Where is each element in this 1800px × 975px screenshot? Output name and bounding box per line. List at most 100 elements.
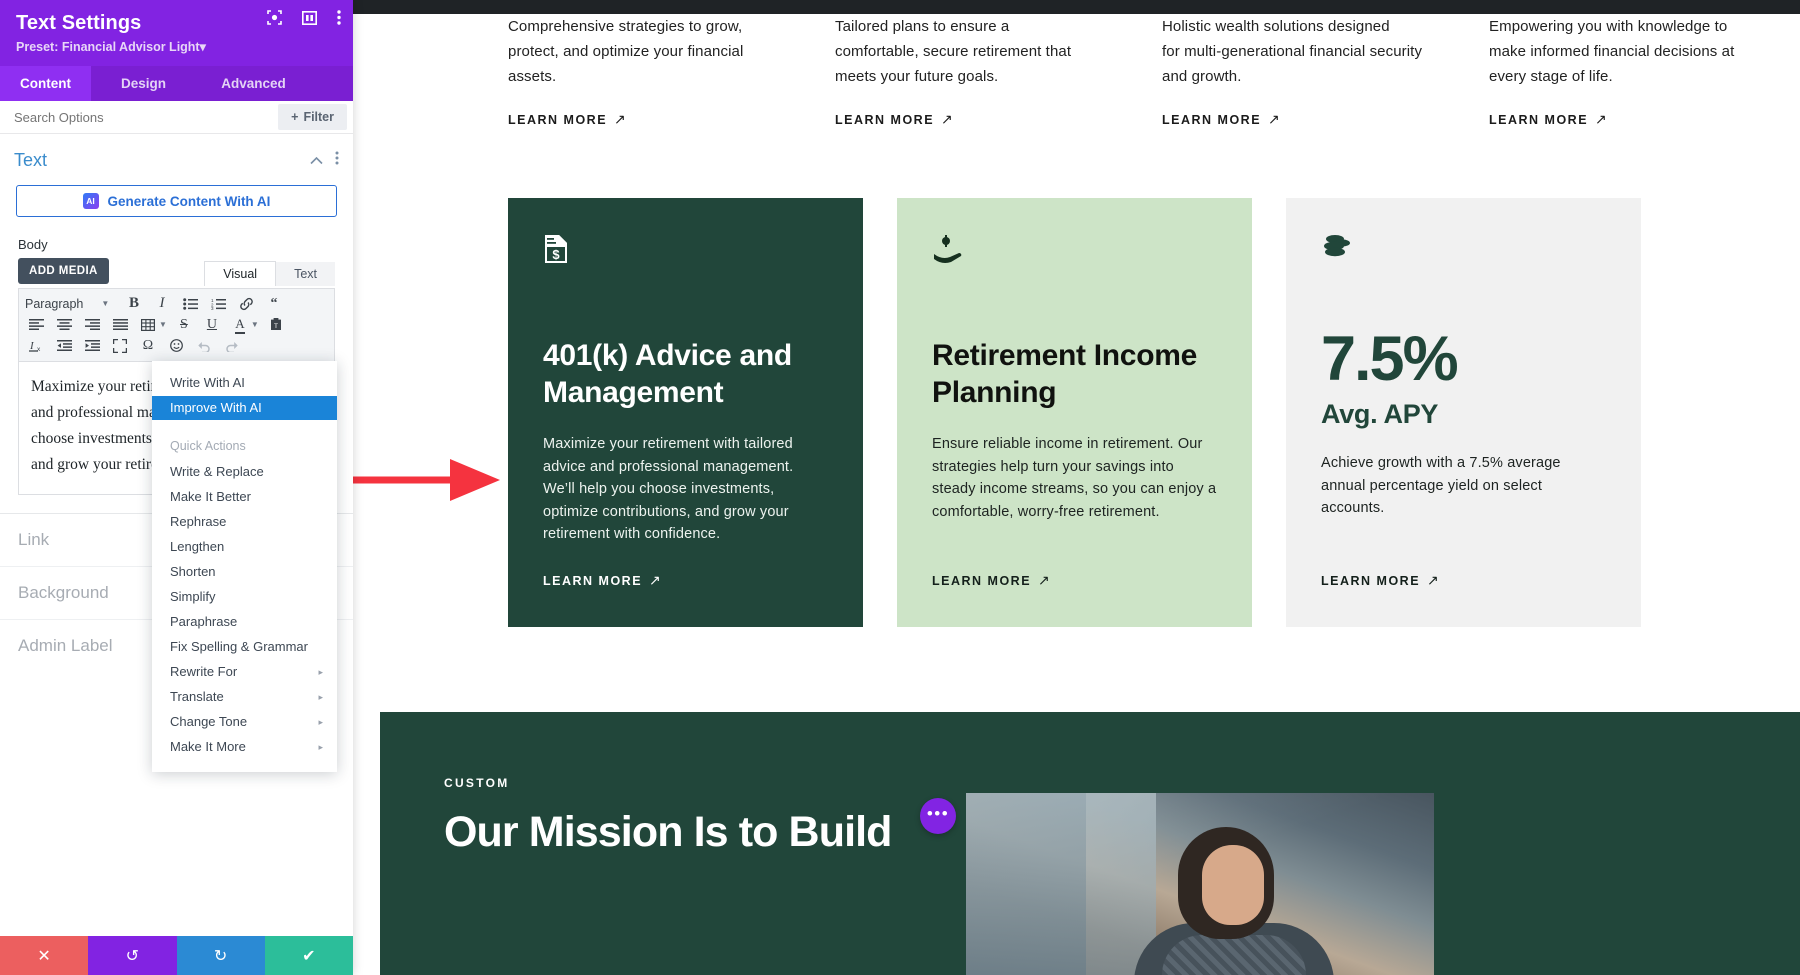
chevron-up-icon[interactable]: [310, 152, 323, 170]
learn-more-link[interactable]: LEARN MORE ↗: [1489, 111, 1608, 128]
special-character-icon[interactable]: Ω: [135, 335, 161, 356]
chevron-right-icon: ▸: [318, 717, 323, 727]
blockquote-icon[interactable]: “: [261, 293, 287, 314]
save-button[interactable]: ✔: [264, 936, 353, 975]
menu-item-write-with-ai[interactable]: Write With AI: [152, 371, 337, 395]
ai-context-menu: Write With AI Improve With AI Quick Acti…: [152, 361, 337, 772]
menu-item-lengthen[interactable]: Lengthen: [152, 535, 337, 559]
floating-options-button[interactable]: •••: [920, 798, 956, 834]
menu-item-translate[interactable]: Translate ▸: [152, 685, 337, 709]
mission-photo: [966, 793, 1434, 975]
menu-item-write-and-replace[interactable]: Write & Replace: [152, 460, 337, 484]
plus-icon: +: [291, 110, 299, 124]
panel-tabs: Content Design Advanced: [0, 66, 353, 101]
learn-more-link[interactable]: LEARN MORE ↗: [1321, 572, 1440, 589]
body-field-label: Body: [18, 237, 48, 252]
strikethrough-icon[interactable]: S: [171, 314, 197, 335]
paste-text-icon[interactable]: T: [263, 314, 289, 335]
indent-icon[interactable]: [79, 335, 105, 356]
menu-item-paraphrase[interactable]: Paraphrase: [152, 610, 337, 634]
editor-toolbar: Paragraph ▼ B I 123 “ ▼ S U A ▼ T I x Ω: [18, 288, 335, 361]
learn-more-label: LEARN MORE: [1321, 573, 1421, 588]
top-card-clipped-line: Holistic wealth solutions designed: [1162, 18, 1390, 35]
learn-more-label: LEARN MORE: [543, 573, 643, 588]
arrow-up-right-icon: ↗: [1595, 111, 1609, 127]
align-right-icon[interactable]: [79, 314, 105, 335]
learn-more-link[interactable]: LEARN MORE ↗: [932, 572, 1051, 589]
numbered-list-icon[interactable]: 123: [205, 293, 231, 314]
tab-text[interactable]: Text: [276, 262, 335, 286]
chevron-right-icon: ▸: [318, 692, 323, 702]
undo-button[interactable]: ↺: [88, 936, 177, 975]
bullet-list-icon[interactable]: [177, 293, 203, 314]
editor-toolbar-row-1: Paragraph ▼ B I 123 “: [23, 293, 330, 314]
menu-item-change-tone[interactable]: Change Tone ▸: [152, 710, 337, 734]
menu-item-make-it-better[interactable]: Make It Better: [152, 485, 337, 509]
align-left-icon[interactable]: [23, 314, 49, 335]
menu-item-fix-spelling-grammar[interactable]: Fix Spelling & Grammar: [152, 635, 337, 659]
add-media-button[interactable]: ADD MEDIA: [18, 258, 109, 284]
search-input[interactable]: [14, 109, 224, 125]
format-select[interactable]: Paragraph ▼: [23, 297, 119, 311]
svg-text:T: T: [274, 323, 278, 330]
menu-item-label: Translate: [170, 689, 224, 704]
fullscreen-icon[interactable]: [107, 335, 133, 356]
ellipsis-icon: •••: [926, 804, 950, 823]
stat-card-apy: 7.5% Avg. APY Achieve growth with a 7.5%…: [1286, 198, 1641, 627]
italic-icon[interactable]: I: [149, 293, 175, 314]
editor-mode-tabs: Visual Text: [204, 258, 335, 286]
generate-content-with-ai-button[interactable]: AI Generate Content With AI: [16, 185, 337, 217]
align-center-icon[interactable]: [51, 314, 77, 335]
link-icon[interactable]: [233, 293, 259, 314]
tab-content[interactable]: Content: [0, 66, 91, 101]
menu-item-rewrite-for[interactable]: Rewrite For ▸: [152, 660, 337, 684]
service-card-body: Maximize your retirement with tailored a…: [543, 436, 794, 543]
arrow-up-right-icon: ↗: [1268, 111, 1282, 127]
learn-more-link[interactable]: LEARN MORE ↗: [835, 111, 954, 128]
layout-columns-icon[interactable]: [302, 10, 317, 25]
menu-item-simplify[interactable]: Simplify: [152, 585, 337, 609]
table-icon[interactable]: [135, 314, 161, 335]
redo-icon[interactable]: [219, 335, 245, 356]
focus-target-icon[interactable]: [267, 10, 282, 25]
bold-icon[interactable]: B: [121, 293, 147, 314]
discard-button[interactable]: ✕: [0, 936, 89, 975]
generate-ai-label: Generate Content With AI: [107, 193, 271, 209]
panel-footer-actions: ✕ ↺ ↻ ✔: [0, 936, 353, 975]
chevron-down-icon: ▾: [199, 40, 206, 54]
panel-preset[interactable]: Preset: Financial Advisor Light▾: [16, 39, 337, 54]
tab-design[interactable]: Design: [91, 66, 196, 101]
redo-button[interactable]: ↻: [176, 936, 265, 975]
menu-item-rephrase[interactable]: Rephrase: [152, 510, 337, 534]
service-card-401k: $ 401(k) Advice and Management Maximize …: [508, 198, 863, 627]
top-card-clipped-line: Tailored plans to ensure a: [835, 18, 1010, 35]
stat-label: Avg. APY: [1321, 399, 1439, 429]
menu-item-improve-with-ai[interactable]: Improve With AI: [152, 396, 337, 420]
menu-item-label: Change Tone: [170, 714, 248, 729]
top-feature-card: Empowering you with knowledge to make inf…: [1489, 14, 1767, 127]
underline-icon[interactable]: U: [199, 314, 225, 335]
editor-toolbar-row-2: ▼ S U A ▼ T: [23, 314, 330, 335]
kebab-menu-icon[interactable]: [337, 10, 341, 25]
kebab-menu-icon[interactable]: [335, 151, 339, 170]
filter-button[interactable]: + Filter: [278, 104, 347, 130]
learn-more-link[interactable]: LEARN MORE ↗: [1162, 111, 1281, 128]
emoji-icon[interactable]: [163, 335, 189, 356]
outdent-icon[interactable]: [51, 335, 77, 356]
tab-visual[interactable]: Visual: [204, 261, 277, 286]
text-color-icon[interactable]: A: [227, 314, 253, 335]
menu-item-make-it-more[interactable]: Make It More ▸: [152, 735, 337, 759]
menu-item-shorten[interactable]: Shorten: [152, 560, 337, 584]
tab-advanced[interactable]: Advanced: [196, 66, 311, 101]
menu-group-quick-actions: Quick Actions: [170, 439, 246, 453]
align-justify-icon[interactable]: [107, 314, 133, 335]
learn-more-link[interactable]: LEARN MORE ↗: [543, 572, 662, 589]
learn-more-label: LEARN MORE: [835, 112, 935, 127]
learn-more-link[interactable]: LEARN MORE ↗: [508, 111, 627, 128]
undo-icon[interactable]: [191, 335, 217, 356]
top-card-text: comfortable, secure retirement that meet…: [835, 43, 1072, 85]
chevron-down-icon[interactable]: ▼: [251, 320, 259, 329]
clear-formatting-icon[interactable]: Ix: [23, 335, 49, 356]
top-feature-row: Comprehensive strategies to grow, protect…: [508, 14, 1800, 127]
chevron-down-icon[interactable]: ▼: [159, 320, 167, 329]
